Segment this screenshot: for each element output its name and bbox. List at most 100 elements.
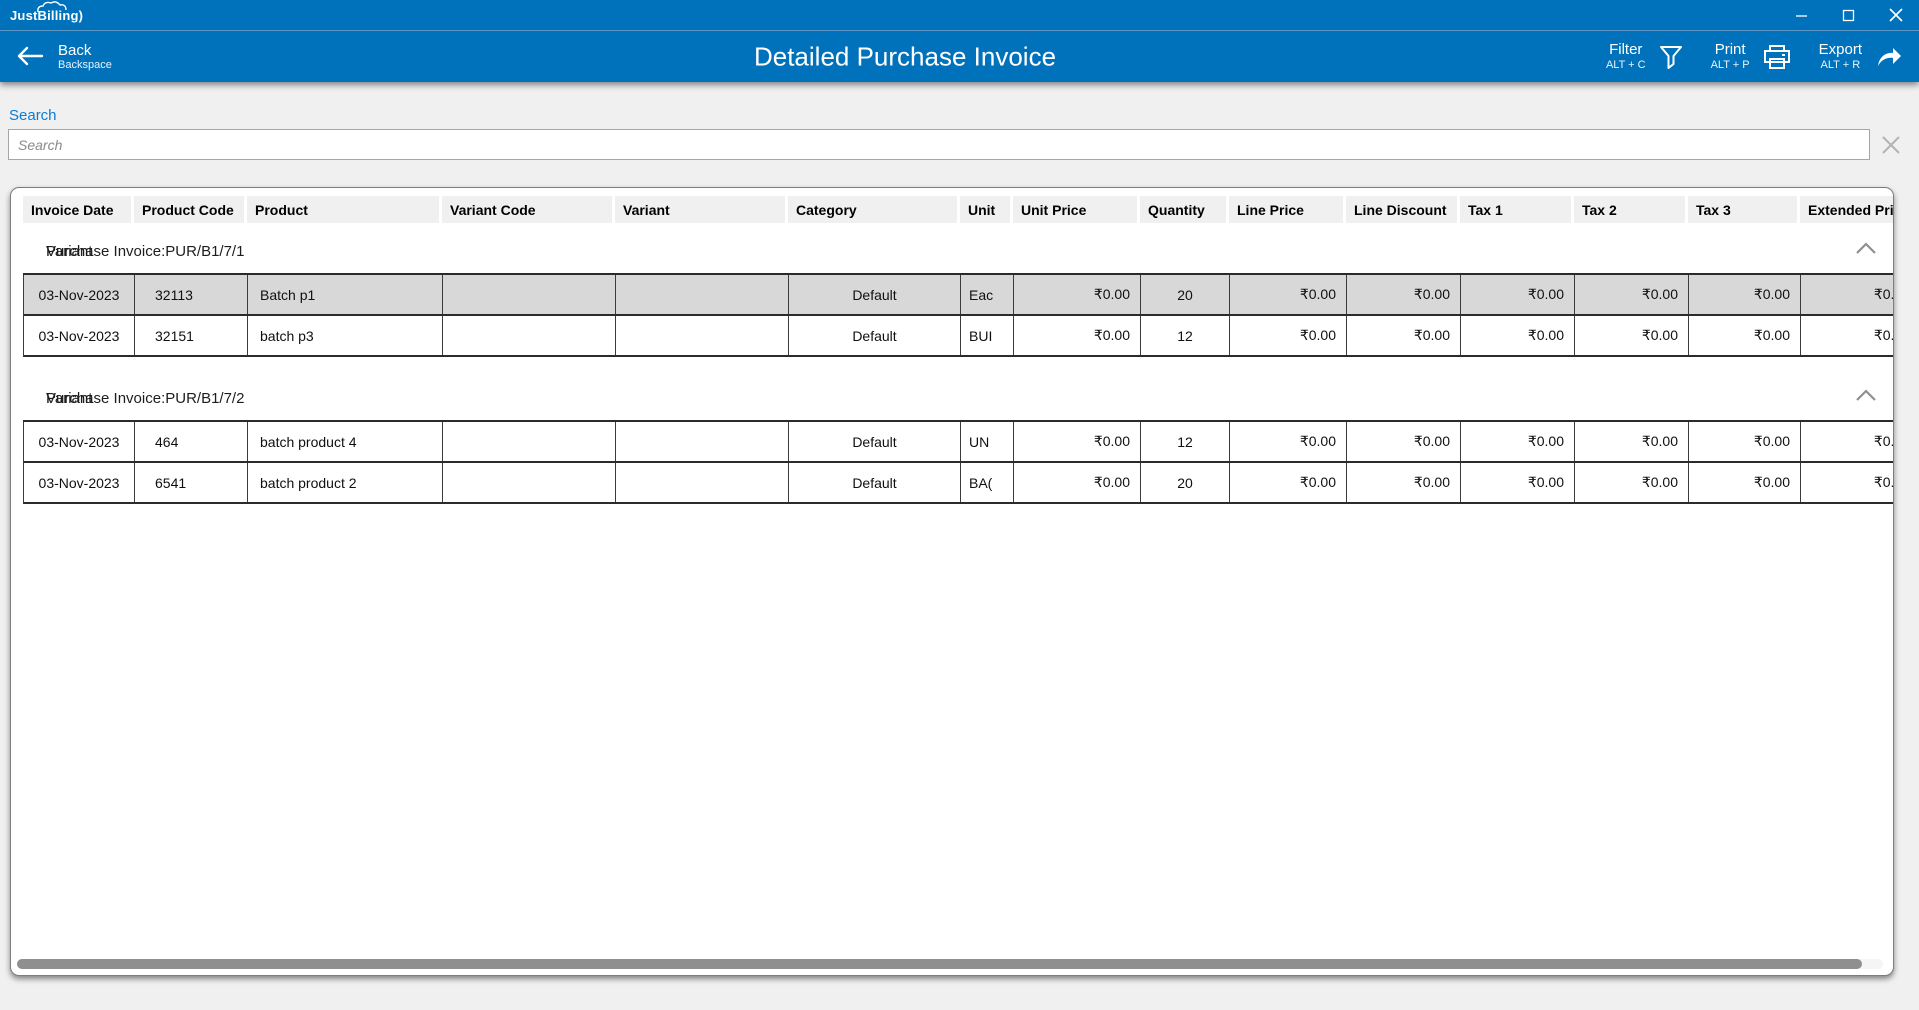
column-header-category: Category	[788, 196, 960, 223]
collapse-group-button[interactable]	[1855, 241, 1877, 260]
table-header-row: Invoice Date Product Code Product Varian…	[23, 196, 1893, 223]
cell-product: batch p3	[248, 316, 443, 355]
cell-quantity: 12	[1141, 316, 1230, 355]
search-row	[8, 129, 1911, 160]
column-header-tax2: Tax 2	[1574, 196, 1688, 223]
cell-category: Default	[789, 275, 961, 314]
column-header-tax1: Tax 1	[1460, 196, 1574, 223]
cell-unit-price: ₹0.00	[1014, 463, 1141, 502]
cell-line-discount: ₹0.00	[1347, 463, 1461, 502]
cell-line-price: ₹0.00	[1230, 316, 1347, 355]
cell-invoice-date: 03-Nov-2023	[24, 463, 135, 502]
cell-unit: UN	[961, 422, 1014, 461]
group-rows: 03-Nov-2023 32113 Batch p1 Default Eac ₹…	[23, 273, 1893, 357]
cell-line-price: ₹0.00	[1230, 275, 1347, 314]
cell-tax3: ₹0.00	[1689, 422, 1801, 461]
cell-product-code: 6541	[135, 463, 248, 502]
group-rows: 03-Nov-2023 464 batch product 4 Default …	[23, 420, 1893, 504]
search-label: Search	[9, 107, 1911, 124]
invoice-group-1: Variant Purchase Invoice:PUR/B1/7/1 03-N…	[23, 236, 1893, 357]
cell-line-discount: ₹0.00	[1347, 275, 1461, 314]
cell-tax3: ₹0.00	[1689, 316, 1801, 355]
collapse-group-button[interactable]	[1855, 388, 1877, 407]
maximize-button[interactable]	[1825, 0, 1872, 30]
cell-variant	[616, 316, 789, 355]
back-shortcut: Backspace	[58, 59, 112, 72]
column-header-unit: Unit	[960, 196, 1013, 223]
cell-extended-price: ₹0.00	[1801, 275, 1893, 314]
back-label: Back	[58, 42, 112, 59]
cell-category: Default	[789, 316, 961, 355]
column-header-quantity: Quantity	[1140, 196, 1229, 223]
cell-quantity: 20	[1141, 275, 1230, 314]
page-content: Search Invoice Date Product Code Product…	[0, 107, 1919, 976]
chevron-up-icon	[1855, 241, 1877, 255]
cell-product-code: 32113	[135, 275, 248, 314]
clear-x-icon	[1879, 133, 1903, 157]
search-input[interactable]	[8, 129, 1870, 160]
export-button[interactable]: Export ALT + R	[1819, 41, 1903, 72]
column-header-variant: Variant	[615, 196, 788, 223]
cell-line-price: ₹0.00	[1230, 422, 1347, 461]
filter-button[interactable]: Filter ALT + C	[1606, 41, 1683, 72]
printer-icon	[1763, 44, 1791, 70]
table-row[interactable]: 03-Nov-2023 6541 batch product 2 Default…	[23, 463, 1893, 504]
group-header-band: Variant Purchase Invoice:PUR/B1/7/2	[23, 383, 1893, 420]
export-labels: Export ALT + R	[1819, 41, 1862, 72]
cell-category: Default	[789, 422, 961, 461]
column-header-product: Product	[247, 196, 442, 223]
print-button[interactable]: Print ALT + P	[1711, 41, 1791, 72]
table-row[interactable]: 03-Nov-2023 32113 Batch p1 Default Eac ₹…	[23, 275, 1893, 316]
cell-product: batch product 2	[248, 463, 443, 502]
page-title: Detailed Purchase Invoice	[754, 41, 1056, 72]
cell-variant	[616, 422, 789, 461]
column-header-line-discount: Line Discount	[1346, 196, 1460, 223]
export-label: Export	[1819, 41, 1862, 59]
filter-icon	[1659, 44, 1683, 70]
cell-tax2: ₹0.00	[1575, 422, 1689, 461]
minimize-button[interactable]	[1778, 0, 1825, 30]
cell-tax2: ₹0.00	[1575, 463, 1689, 502]
table-row[interactable]: 03-Nov-2023 464 batch product 4 Default …	[23, 422, 1893, 463]
cell-variant	[616, 275, 789, 314]
back-button[interactable]: Back Backspace	[0, 42, 112, 72]
scrollbar-thumb[interactable]	[17, 959, 1862, 969]
cell-unit: BA(	[961, 463, 1014, 502]
cell-invoice-date: 03-Nov-2023	[24, 316, 135, 355]
cell-tax2: ₹0.00	[1575, 316, 1689, 355]
window-controls	[1778, 0, 1919, 30]
export-shortcut: ALT + R	[1821, 59, 1861, 72]
cell-tax2: ₹0.00	[1575, 275, 1689, 314]
command-actions: Filter ALT + C Print ALT + P Export ALT	[1606, 41, 1919, 72]
cell-product-code: 32151	[135, 316, 248, 355]
back-arrow-icon	[16, 45, 44, 67]
cell-tax1: ₹0.00	[1461, 275, 1575, 314]
table-row[interactable]: 03-Nov-2023 32151 batch p3 Default BUI ₹…	[23, 316, 1893, 357]
cell-product: batch product 4	[248, 422, 443, 461]
cell-unit-price: ₹0.00	[1014, 275, 1141, 314]
print-shortcut: ALT + P	[1711, 59, 1750, 72]
filter-label: Filter	[1609, 41, 1642, 59]
cell-product: Batch p1	[248, 275, 443, 314]
cell-extended-price: ₹0.00	[1801, 422, 1893, 461]
column-header-tax3: Tax 3	[1688, 196, 1800, 223]
filter-labels: Filter ALT + C	[1606, 41, 1646, 72]
cell-quantity: 20	[1141, 463, 1230, 502]
cell-extended-price: ₹0.00	[1801, 463, 1893, 502]
cell-extended-price: ₹0.00	[1801, 316, 1893, 355]
cell-tax3: ₹0.00	[1689, 463, 1801, 502]
cell-invoice-date: 03-Nov-2023	[24, 275, 135, 314]
cell-invoice-date: 03-Nov-2023	[24, 422, 135, 461]
close-button[interactable]	[1872, 0, 1919, 30]
cell-quantity: 12	[1141, 422, 1230, 461]
print-label: Print	[1715, 41, 1746, 59]
column-header-extended-price: Extended Price	[1800, 196, 1893, 223]
search-clear-button[interactable]	[1879, 133, 1903, 157]
group-header-band: Variant Purchase Invoice:PUR/B1/7/1	[23, 236, 1893, 273]
column-header-product-code: Product Code	[134, 196, 247, 223]
command-bar: Back Backspace Detailed Purchase Invoice…	[0, 31, 1919, 82]
back-labels: Back Backspace	[58, 42, 112, 72]
cell-unit-price: ₹0.00	[1014, 422, 1141, 461]
cell-unit: BUI	[961, 316, 1014, 355]
horizontal-scrollbar[interactable]	[17, 959, 1883, 969]
